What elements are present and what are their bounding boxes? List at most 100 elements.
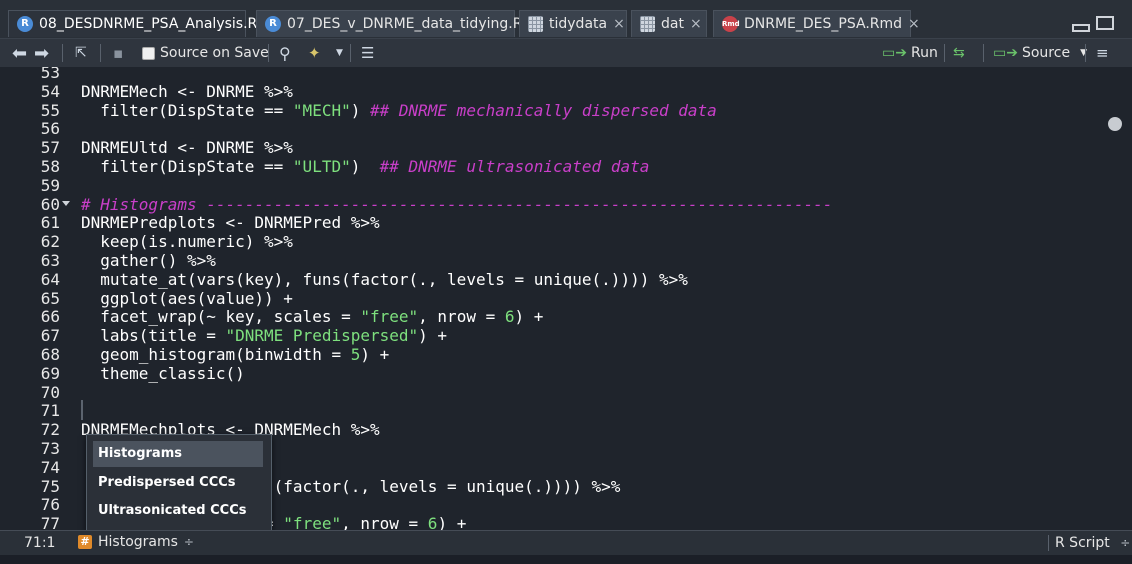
code-text: # Histograms ---------------------------… [81,195,832,214]
forward-arrow-icon[interactable]: ➡ [34,39,49,67]
line-number: 63 [40,251,60,270]
back-arrow-icon[interactable]: ⬅ [12,39,27,67]
file-type-selector[interactable]: R Script ÷ [1048,535,1130,551]
r-script-icon: R [17,16,33,32]
code-token: ) + [514,307,544,327]
toolbar-separator [1085,44,1086,62]
fold-toggle-icon[interactable] [62,200,70,206]
code-token: mutate_at(vars(key), funs(factor(., leve… [81,269,688,289]
code-token: theme_classic() [81,363,245,383]
code-line[interactable]: 53 [0,67,1100,82]
code-line[interactable]: 58 filter(DispState == "ULTD") ## DNRME … [0,157,1100,176]
code-line[interactable]: 68 geom_histogram(binwidth = 5) + [0,345,1100,364]
line-number: 76 [40,495,60,515]
show-in-window-icon[interactable]: ⇱ [75,39,87,67]
outline-item-histograms[interactable]: Histograms [93,441,263,467]
document-outline-icon[interactable]: ≡ [1096,39,1109,67]
code-token: ) [350,157,380,176]
line-number: 55 [40,100,60,120]
compile-report-icon[interactable]: ☰ [361,39,374,67]
editor-toolbar: ⬅ ➡ ⇱ ▪ Source on Save ⚲ ✦ ▼ ☰ ▭➔ Run ⇆ … [0,39,1132,68]
save-icon[interactable]: ▪ [113,39,123,67]
code-token: DNRMEPredplots <- DNRMEPred %>% [81,213,380,233]
tab-label: 08_DESDNRME_PSA_Analysis.R [39,16,258,32]
code-token: geom_histogram(binwidth = [81,345,351,364]
code-line[interactable]: 63 gather() %>% [0,251,1100,270]
line-number: 61 [40,213,60,233]
editor-tab-bar: R 08_DESDNRME_PSA_Analysis.R × R 07_DES_… [0,0,1132,39]
minimize-pane-icon[interactable] [1072,24,1090,32]
code-line[interactable]: 67 labs(title = "DNRME Predispersed") + [0,326,1100,345]
code-line[interactable]: 69 theme_classic() [0,364,1100,383]
tab-dnrme-des-psa-rmd[interactable]: Rmd DNRME_DES_PSA.Rmd × [713,10,920,37]
section-outline-popup: Histograms Predispersed CCCs Ultrasonica… [86,434,272,532]
code-line[interactable]: 57 DNRMEUltd <- DNRME %>% [0,138,1100,157]
code-text: mutate_at(vars(key), funs(factor(., leve… [81,270,688,289]
text-cursor [81,400,83,420]
code-line[interactable]: 61 DNRMEPredplots <- DNRMEPred %>% [0,213,1100,232]
code-line[interactable]: 62 keep(is.numeric) %>% [0,232,1100,251]
line-number: 54 [40,81,60,101]
tab-08-desdnrme-psa-analysis[interactable]: R 08_DESDNRME_PSA_Analysis.R × [8,10,275,37]
chevron-down-icon[interactable]: ▼ [336,39,343,67]
code-line[interactable]: 56 [0,119,1100,138]
code-token: filter(DispState == [81,100,293,120]
code-text: theme_classic() [81,364,245,383]
vertical-scrollbar[interactable] [1102,67,1132,530]
rerun-icon[interactable]: ⇆ [953,39,965,67]
string-literal: "DNRME Predispersed" [225,326,419,346]
code-line[interactable]: 60 # Histograms -------------------------… [0,195,1100,214]
code-comment: ## DNRME ultrasonicated data [379,157,650,176]
checkbox-icon[interactable] [142,46,155,60]
code-line[interactable]: 55 filter(DispState == "MECH") ## DNRME … [0,101,1100,120]
code-token: DNRMEUltd <- DNRME %>% [81,138,293,158]
code-text: filter(DispState == "ULTD") ## DNRME ult… [81,157,649,176]
outline-item-predispersed-cccs[interactable]: Predispersed CCCs [93,470,263,496]
line-number: 77 [40,514,60,530]
code-line[interactable]: 64 mutate_at(vars(key), funs(factor(., l… [0,270,1100,289]
code-line[interactable]: 65 ggplot(aes(value)) + [0,289,1100,308]
code-line[interactable]: 59 [0,176,1100,195]
tab-tidydata[interactable]: tidydata × [519,10,627,37]
source-on-save-checkbox[interactable]: Source on Save [142,39,269,67]
rmarkdown-icon: Rmd [722,16,740,32]
line-number: 56 [40,119,60,139]
magic-wand-icon[interactable]: ✦ [308,39,321,67]
line-number: 64 [40,269,60,289]
code-line[interactable]: 66 facet_wrap(~ key, scales = "free", nr… [0,307,1100,326]
toolbar-separator [268,44,269,62]
line-number: 65 [40,288,60,308]
line-number: 75 [40,476,60,496]
close-icon[interactable]: × [690,16,702,32]
search-icon[interactable]: ⚲ [279,39,291,67]
code-token: ) + [360,345,390,364]
tab-label: tidydata [549,16,608,32]
code-text: labs(title = "DNRME Predispersed") + [81,326,447,345]
maximize-pane-icon[interactable] [1096,16,1114,30]
line-number: 60 [40,194,60,214]
code-token: ) [350,100,370,120]
cursor-position: 71:1 [24,535,56,551]
tab-label: DNRME_DES_PSA.Rmd [744,16,903,32]
section-scope-selector[interactable]: # Histograms ÷ [78,534,194,550]
tab-07-des-v-dnrme-data-tidying[interactable]: R 07_DES_v_DNRME_data_tidying.R × [256,10,540,37]
code-line[interactable]: 70 [0,383,1100,402]
code-token: filter(DispState == [81,157,293,176]
source-button[interactable]: ▭➔ Source ▼ [993,39,1087,67]
close-icon[interactable]: × [613,16,625,32]
outline-item-ultrasonicated-cccs[interactable]: Ultrasonicated CCCs [93,498,263,524]
tab-dat[interactable]: dat × [631,10,707,37]
code-line[interactable]: 71 [0,401,1100,420]
code-text: facet_wrap(~ key, scales = "free", nrow … [81,307,543,326]
line-number: 74 [40,457,60,477]
close-icon[interactable]: × [908,16,920,32]
code-line[interactable]: 54 DNRMEMech <- DNRME %>% [0,82,1100,101]
line-number: 53 [40,67,60,82]
code-text: gather() %>% [81,251,216,270]
run-button[interactable]: ▭➔ Run [882,39,938,67]
code-text: geom_histogram(binwidth = 5) + [81,345,389,364]
toolbar-separator [62,44,63,62]
scrollbar-thumb[interactable] [1108,117,1122,131]
code-text: keep(is.numeric) %>% [81,232,293,251]
line-number: 66 [40,307,60,327]
